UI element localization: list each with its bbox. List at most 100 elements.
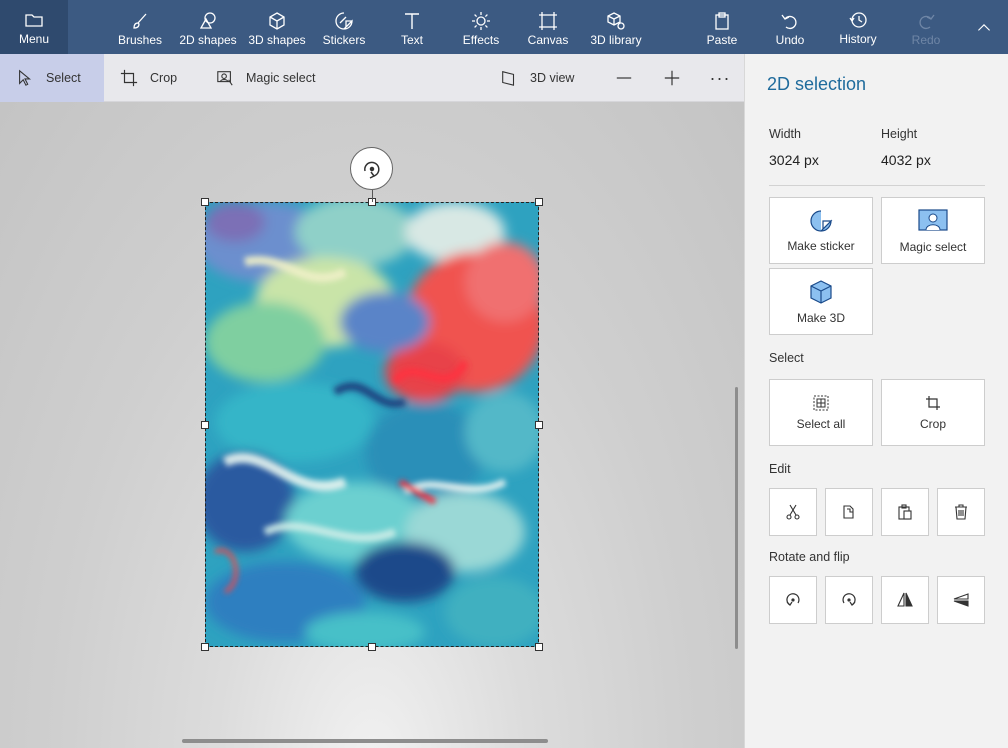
canvas-button[interactable]: Canvas	[526, 0, 570, 54]
zoom-out-button[interactable]	[614, 54, 634, 102]
undo-icon	[781, 14, 797, 30]
trash-icon	[955, 504, 967, 520]
redo-label: Redo	[911, 33, 941, 47]
3d-view-button[interactable]: 3D view	[500, 54, 574, 102]
resize-handle-top-left[interactable]	[201, 198, 209, 206]
magic-select-icon	[918, 208, 948, 231]
make-3d-label: Make 3D	[796, 310, 846, 325]
undo-button[interactable]: Undo	[770, 0, 810, 54]
3d-library-icon	[607, 12, 625, 30]
make-sticker-button[interactable]: Make sticker	[769, 197, 873, 264]
selection-frame[interactable]	[205, 202, 539, 647]
magic-select-tool-button[interactable]: Magic select	[216, 54, 315, 102]
width-value[interactable]: 3024 px	[769, 152, 819, 168]
crop-icon	[926, 395, 940, 410]
history-button[interactable]: History	[834, 0, 882, 54]
effects-button[interactable]: Effects	[458, 0, 504, 54]
clipboard-icon	[898, 504, 912, 520]
magic-select-tool-label: Magic select	[246, 71, 316, 85]
crop-panel-button[interactable]: Crop	[881, 379, 985, 446]
make-3d-button[interactable]: Make 3D	[769, 268, 873, 335]
rotate-right-button[interactable]	[825, 576, 873, 624]
folder-icon	[25, 14, 43, 27]
history-label: History	[839, 32, 877, 46]
copy-button[interactable]	[825, 488, 873, 536]
resize-handle-left[interactable]	[201, 421, 209, 429]
sticker-icon	[810, 209, 833, 232]
brush-icon	[133, 13, 147, 29]
horizontal-scrollbar[interactable]	[182, 739, 548, 743]
select-section-label: Select	[769, 351, 804, 365]
redo-button[interactable]: Redo	[906, 0, 946, 54]
magic-select-panel-button[interactable]: Magic select	[881, 197, 985, 264]
resize-handle-bottom-right[interactable]	[535, 643, 543, 651]
paste-button[interactable]: Paste	[702, 0, 742, 54]
3d-library-button[interactable]: 3D library	[588, 0, 644, 54]
sticker-icon	[335, 12, 353, 30]
clipboard-icon	[715, 12, 729, 30]
resize-handle-bottom[interactable]	[368, 643, 376, 651]
select-all-button[interactable]: Select all	[769, 379, 873, 446]
properties-panel: 2D selection Width 3024 px Height 4032 p…	[744, 54, 1008, 748]
flip-horizontal-button[interactable]	[881, 576, 929, 624]
menu-label: Menu	[18, 32, 50, 46]
canvas-icon	[539, 12, 557, 30]
menu-button[interactable]: Menu	[0, 0, 68, 54]
stickers-label: Stickers	[322, 33, 366, 47]
cut-button[interactable]	[769, 488, 817, 536]
flip-horizontal-icon	[897, 592, 913, 607]
3d-shapes-button[interactable]: 3D shapes	[246, 0, 308, 54]
select-all-label: Select all	[796, 416, 846, 431]
text-label: Text	[400, 33, 423, 47]
rotate-right-icon	[842, 593, 856, 606]
history-icon	[849, 12, 867, 28]
undo-label: Undo	[775, 33, 805, 47]
stickers-button[interactable]: Stickers	[318, 0, 370, 54]
flip-vertical-button[interactable]	[937, 576, 985, 624]
sun-icon	[472, 12, 490, 30]
plus-icon	[664, 70, 680, 86]
resize-handle-bottom-left[interactable]	[201, 643, 209, 651]
3d-library-label: 3D library	[590, 33, 642, 47]
rotate-handle-stem	[372, 190, 373, 202]
height-value[interactable]: 4032 px	[881, 152, 931, 168]
divider	[769, 185, 985, 186]
redo-icon	[919, 14, 935, 30]
vertical-scrollbar[interactable]	[735, 387, 738, 649]
paste-label: Paste	[706, 33, 738, 47]
2d-shapes-button[interactable]: 2D shapes	[178, 0, 238, 54]
brushes-button[interactable]: Brushes	[112, 0, 168, 54]
2d-shapes-label: 2D shapes	[179, 33, 237, 47]
more-options-button[interactable]: ···	[708, 54, 732, 102]
zoom-in-button[interactable]	[662, 54, 682, 102]
3d-view-label: 3D view	[530, 71, 575, 85]
text-button[interactable]: Text	[392, 0, 432, 54]
resize-handle-top-right[interactable]	[535, 198, 543, 206]
select-all-icon	[813, 395, 829, 410]
text-icon	[405, 13, 419, 29]
resize-handle-right[interactable]	[535, 421, 543, 429]
delete-button[interactable]	[937, 488, 985, 536]
2d-shapes-icon	[199, 12, 216, 29]
minus-icon	[616, 77, 632, 79]
crop-tool-button[interactable]: Crop	[120, 54, 177, 102]
rotate-left-button[interactable]	[769, 576, 817, 624]
cube-icon	[810, 279, 832, 304]
height-label: Height	[881, 127, 918, 141]
flip-vertical-icon	[953, 593, 969, 607]
cursor-icon	[19, 69, 32, 86]
ribbon: Menu Brushes 2D shapes 3D shapes Sticker…	[0, 0, 1008, 54]
magic-select-panel-label: Magic select	[899, 239, 967, 254]
collapse-ribbon-button[interactable]	[968, 0, 1000, 54]
scissors-icon	[786, 504, 800, 520]
select-tool-button[interactable]: Select	[0, 54, 104, 102]
3d-shapes-label: 3D shapes	[248, 33, 306, 47]
paste-panel-button[interactable]	[881, 488, 929, 536]
crop-panel-label: Crop	[919, 416, 946, 431]
cube-icon	[269, 12, 285, 30]
rotate-handle[interactable]	[350, 147, 393, 190]
canvas-label: Canvas	[527, 33, 569, 47]
copy-icon	[843, 505, 854, 519]
brushes-label: Brushes	[117, 33, 163, 47]
select-tool-label: Select	[46, 71, 81, 85]
